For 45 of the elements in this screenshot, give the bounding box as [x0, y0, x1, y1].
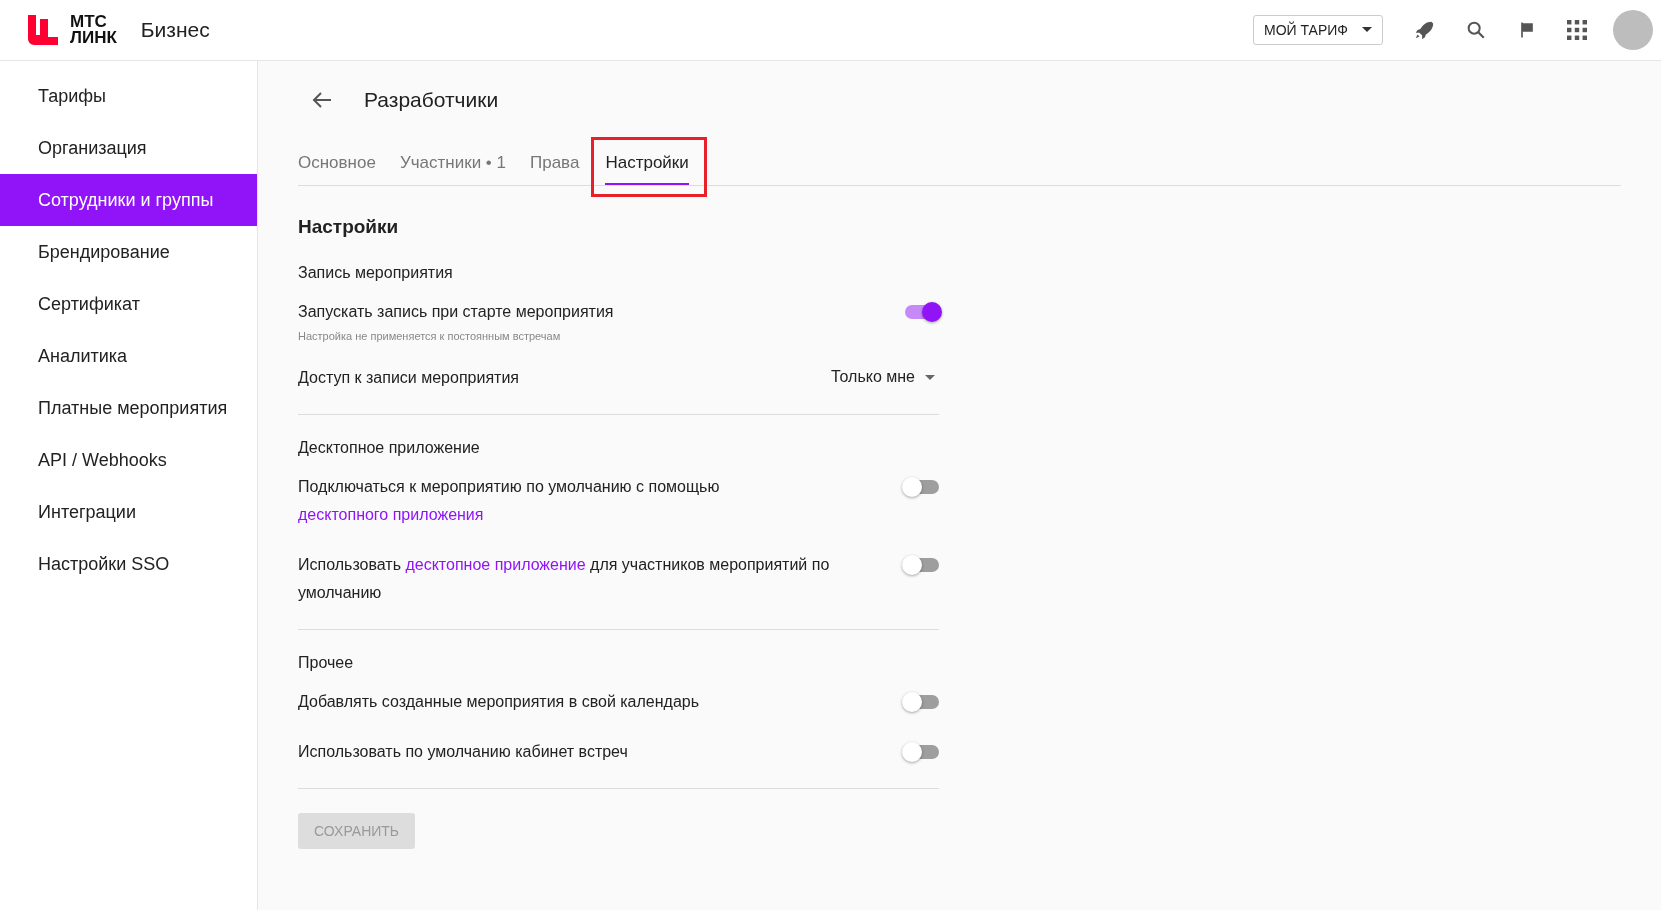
toggle-switch[interactable] [905, 695, 939, 709]
setting-label: Использовать десктопное приложение для участников мероприятий по умолчанию [298, 555, 831, 603]
tab[interactable]: Права [530, 141, 580, 185]
toggle-switch[interactable] [905, 558, 939, 572]
logo-icon [28, 15, 58, 45]
sidebar-item[interactable]: Сотрудники и группы [0, 174, 257, 226]
sidebar-item[interactable]: Аналитика [0, 330, 257, 382]
sidebar-item[interactable]: Сертификат [0, 278, 257, 330]
group-title: Прочее [298, 654, 355, 672]
product-name: Бизнес [140, 18, 210, 42]
page-title: Разработчики [364, 88, 499, 112]
sidebar-item[interactable]: Организация [0, 122, 257, 174]
sidebar-item[interactable]: Брендирование [0, 226, 257, 278]
sidebar-item[interactable]: Платные мероприятия [0, 382, 257, 434]
toggle-switch[interactable] [905, 745, 939, 759]
sidebar-item[interactable]: Интеграции [0, 486, 257, 538]
back-arrow-icon[interactable] [312, 92, 332, 108]
caret-icon [925, 374, 935, 380]
plan-dropdown[interactable]: МОЙ ТАРИФ [1253, 15, 1383, 45]
group-title: Запись мероприятия [298, 264, 454, 282]
tab[interactable]: Участники • 1 [399, 141, 506, 185]
setting-label: Использовать по умолчанию кабинет встреч [298, 742, 628, 762]
link[interactable]: десктопное приложение [405, 556, 586, 573]
sidebar-item[interactable]: API / Webhooks [0, 434, 257, 486]
setting-label: Запускать запись при старте мероприятия [298, 302, 614, 322]
tab[interactable]: Настройки [605, 141, 689, 185]
section-title: Настройки [298, 216, 400, 238]
search-icon[interactable] [1465, 19, 1487, 41]
sidebar-item[interactable]: Тарифы [0, 70, 257, 122]
caret-icon [1362, 27, 1372, 33]
logo-text: ЛИНК [70, 30, 117, 46]
apps-grid-icon[interactable] [1567, 20, 1587, 40]
setting-label: Подключаться к мероприятию по умолчанию с помощью десктопного приложения [298, 477, 721, 525]
logo-text: МТС [70, 14, 108, 30]
group-title: Десктопное приложение [298, 439, 481, 457]
setting-label: Добавлять созданные мероприятия в свой календарь [298, 692, 700, 712]
access-dropdown[interactable]: Только мне [831, 364, 939, 386]
toggle-switch[interactable] [905, 305, 939, 319]
hint-text: Настройка не применяется к постоянным встречам [298, 330, 562, 342]
rocket-icon[interactable] [1413, 19, 1435, 41]
setting-label: Доступ к записи мероприятия [298, 368, 519, 388]
toggle-switch[interactable] [905, 480, 939, 494]
sidebar-item[interactable]: Настройки SSO [0, 538, 257, 590]
link[interactable]: десктопного приложения [298, 506, 484, 523]
tab[interactable]: Основное [298, 141, 376, 185]
